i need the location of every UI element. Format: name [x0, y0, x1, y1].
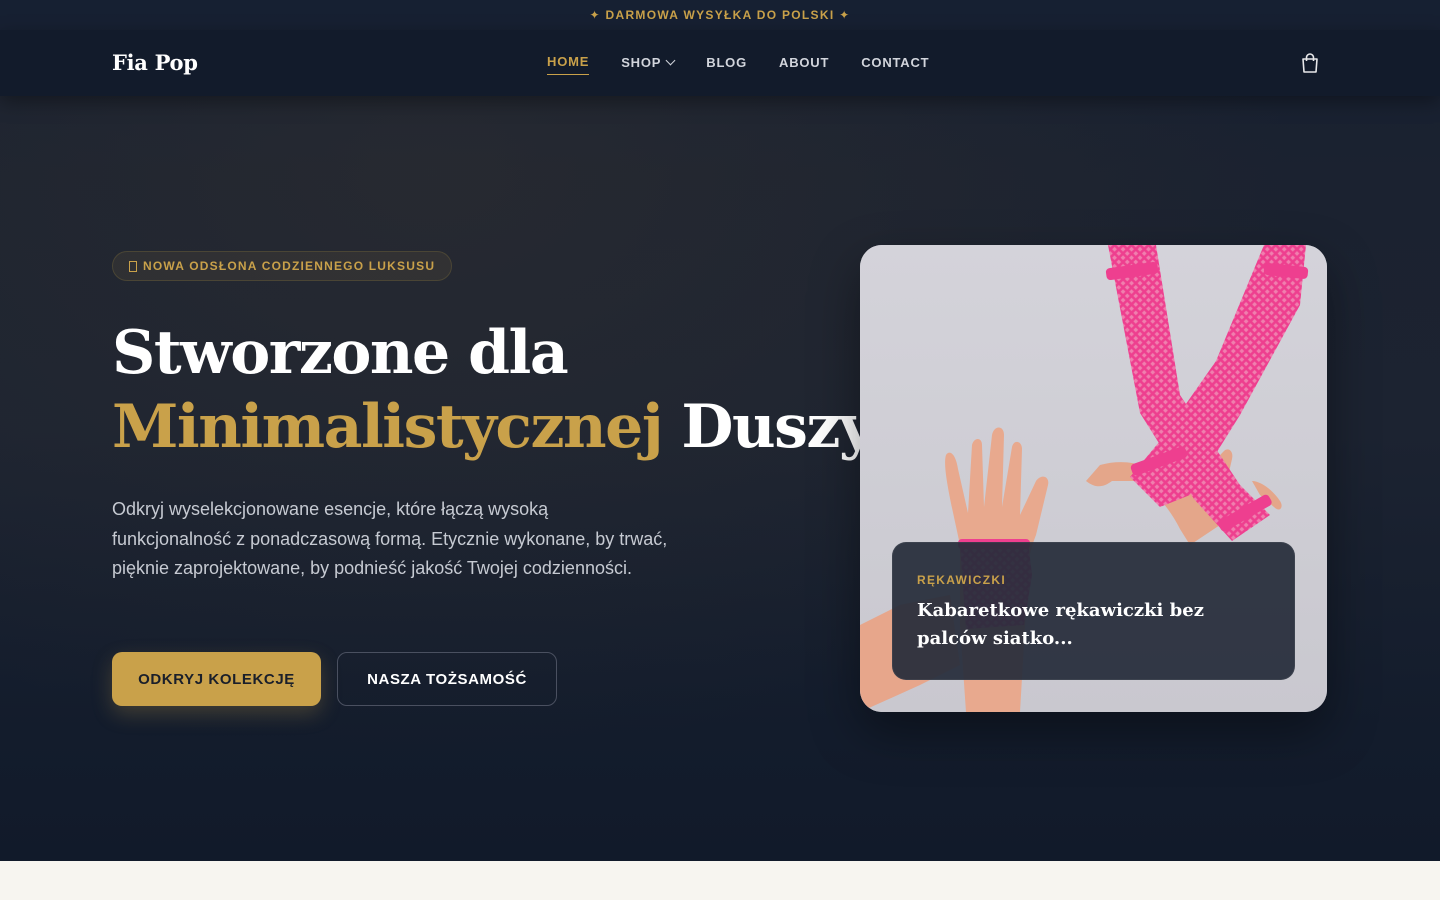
nav-blog[interactable]: BLOG: [706, 54, 747, 75]
hero-headline: Stworzone dla Minimalistycznej Duszy.: [112, 316, 886, 464]
sparkle-icon: [129, 260, 137, 272]
explore-collection-button[interactable]: ODKRYJ KOLEKCJĘ: [112, 652, 321, 706]
headline-end: Duszy.: [662, 392, 886, 462]
hero-badge: NOWA ODSŁONA CODZIENNEGO LUKSUSU: [112, 251, 453, 281]
site-header: Fia Pop HOME SHOP BLOG ABOUT CONTACT: [0, 30, 1440, 96]
main-nav: HOME SHOP BLOG ABOUT CONTACT: [547, 54, 929, 75]
site-logo[interactable]: Fia Pop: [112, 50, 198, 75]
chevron-down-icon: [665, 55, 676, 65]
nav-contact-label: CONTACT: [861, 54, 930, 70]
headline-line1: Stworzone dla: [112, 318, 569, 388]
our-identity-button[interactable]: NASZA TOŻSAMOŚĆ: [337, 652, 557, 706]
hero-description: Odkryj wyselekcjonowane esencje, które ł…: [112, 499, 668, 578]
announcement-bar: ✦ DARMOWA WYSYŁKA DO POLSKI ✦: [589, 8, 851, 22]
featured-product-info: RĘKAWICZKI Kabaretkowe rękawiczki bez pa…: [892, 542, 1295, 680]
nav-shop-label: SHOP: [621, 54, 662, 70]
nav-about[interactable]: ABOUT: [779, 54, 829, 75]
hero-badge-label: NOWA ODSŁONA CODZIENNEGO LUKSUSU: [143, 259, 436, 273]
headline-gold: Minimalistycznej: [112, 392, 664, 462]
hero-section: ✦ DARMOWA WYSYŁKA DO POLSKI ✦ Fia Pop HO…: [0, 0, 1440, 861]
nav-shop[interactable]: SHOP: [621, 54, 676, 75]
next-section: [0, 861, 1440, 900]
nav-blog-label: BLOG: [706, 54, 748, 70]
nav-about-label: ABOUT: [779, 54, 830, 70]
product-title[interactable]: Kabaretkowe rękawiczki bez palców siatko…: [917, 597, 1270, 653]
shopping-bag-icon[interactable]: [1300, 52, 1320, 74]
nav-home[interactable]: HOME: [547, 54, 590, 75]
nav-contact[interactable]: CONTACT: [861, 54, 929, 75]
product-category: RĘKAWICZKI: [917, 573, 1006, 587]
featured-product-card[interactable]: RĘKAWICZKI Kabaretkowe rękawiczki bez pa…: [860, 245, 1327, 712]
nav-home-label: HOME: [547, 54, 590, 69]
